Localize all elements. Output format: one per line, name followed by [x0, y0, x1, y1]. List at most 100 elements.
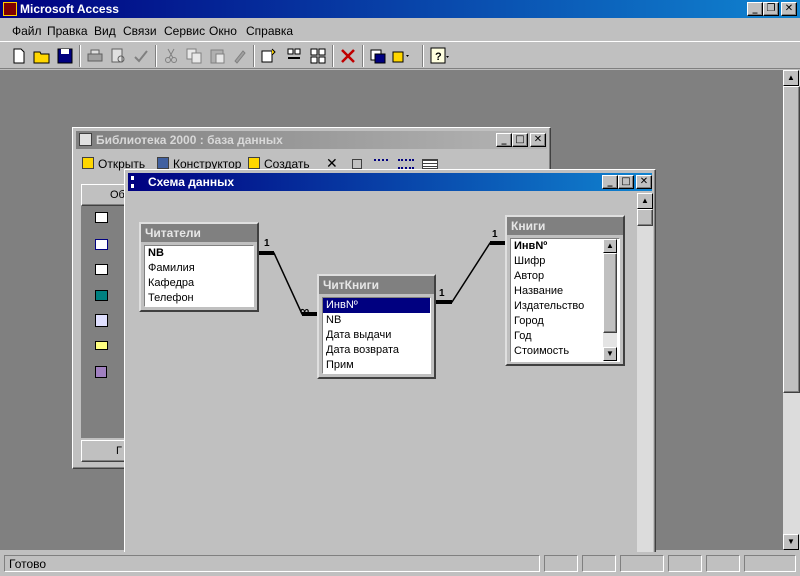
field-readers-surname[interactable]: Фамилия — [145, 261, 253, 276]
menu-window[interactable]: Окно — [209, 24, 237, 38]
print-icon[interactable] — [84, 45, 106, 67]
table-books[interactable]: Книги ИнвNº Шифр Автор Название Издатель… — [505, 215, 625, 366]
menu-bar: Файл Правка Вид Связи Сервис Окно Справк… — [0, 20, 800, 40]
books-scroll-up[interactable]: ▲ — [603, 239, 617, 253]
format-painter-icon[interactable] — [229, 45, 251, 67]
toolbar-separator — [155, 45, 157, 67]
rel-close-button[interactable]: ✕ — [636, 175, 652, 189]
scroll-thumb[interactable] — [783, 86, 800, 393]
small-icons-icon[interactable] — [374, 159, 388, 169]
toolbar-separator — [362, 45, 364, 67]
menu-view[interactable]: Вид — [94, 24, 116, 38]
menu-tools[interactable]: Сервис — [164, 24, 205, 38]
close-button[interactable]: ✕ — [781, 2, 797, 16]
menu-relations[interactable]: Связи — [123, 24, 157, 38]
table-books-header[interactable]: Книги — [507, 217, 623, 235]
field-readers-department[interactable]: Кафедра — [145, 276, 253, 291]
workspace-vscrollbar[interactable]: ▲ ▼ — [783, 70, 800, 550]
cut-icon[interactable] — [160, 45, 182, 67]
field-loans-note[interactable]: Прим — [323, 358, 430, 373]
field-loans-issue-date[interactable]: Дата выдачи — [323, 328, 430, 343]
field-loans-inv[interactable]: ИнвNº — [323, 298, 430, 313]
spelling-icon[interactable] — [130, 45, 152, 67]
details-view-icon[interactable] — [422, 159, 438, 169]
table-books-scrollbar[interactable]: ▲ ▼ — [603, 239, 617, 361]
db-maximize-button[interactable]: □ — [512, 133, 528, 147]
db-minimize-button[interactable]: _ — [496, 133, 512, 147]
relationships-window-title: Схема данных — [148, 175, 234, 189]
print-preview-icon[interactable] — [107, 45, 129, 67]
books-scroll-down[interactable]: ▼ — [603, 347, 617, 361]
menu-file[interactable]: Файл — [12, 24, 42, 38]
field-loans-nb[interactable]: NB — [323, 313, 430, 328]
access-logo-icon[interactable] — [3, 2, 17, 16]
paste-icon[interactable] — [206, 45, 228, 67]
open-object-icon[interactable] — [82, 157, 94, 169]
report-object-icon[interactable] — [95, 290, 108, 301]
relation-1-many-label: ∞ — [300, 303, 310, 318]
field-readers-phone[interactable]: Телефон — [145, 291, 253, 306]
toolbar-separator — [332, 45, 334, 67]
field-loans-return-date[interactable]: Дата возврата — [323, 343, 430, 358]
books-scroll-thumb[interactable] — [603, 253, 617, 333]
show-direct-icon[interactable] — [283, 45, 305, 67]
status-panel-5 — [706, 555, 740, 572]
minimize-button[interactable]: _ — [747, 2, 763, 16]
query-object-icon[interactable] — [95, 239, 108, 250]
rel-minimize-button[interactable]: _ — [602, 175, 618, 189]
create-icon[interactable] — [248, 157, 260, 169]
save-icon[interactable] — [54, 45, 76, 67]
table-loans-fields[interactable]: ИнвNº NB Дата выдачи Дата возврата Прим — [322, 297, 431, 374]
rel-maximize-button[interactable]: □ — [618, 175, 634, 189]
scroll-down-button[interactable]: ▼ — [783, 534, 799, 550]
design-icon[interactable] — [157, 157, 169, 169]
large-icons-icon[interactable] — [352, 159, 362, 169]
table-readers-header[interactable]: Читатели — [141, 224, 257, 242]
db-close-button[interactable]: ✕ — [530, 133, 546, 147]
scroll-up-button[interactable]: ▲ — [783, 70, 799, 86]
svg-text:?: ? — [435, 51, 442, 63]
form-object-icon[interactable] — [95, 264, 108, 275]
toolbar-separator — [253, 45, 255, 67]
app-title: Microsoft Access — [20, 2, 119, 16]
table-readers-fields[interactable]: NB Фамилия Кафедра Телефон — [144, 245, 254, 307]
toolbar-separator — [79, 45, 81, 67]
rel-scroll-up-button[interactable]: ▲ — [637, 193, 653, 209]
status-panel-3 — [620, 555, 664, 572]
menu-edit[interactable]: Правка — [47, 24, 88, 38]
copy-icon[interactable] — [183, 45, 205, 67]
new-icon[interactable] — [8, 45, 30, 67]
relationships-window-titlebar[interactable]: Схема данных _ □ ✕ — [128, 173, 652, 191]
status-text: Готово — [9, 557, 47, 571]
database-window-titlebar[interactable]: Библиотека 2000 : база данных _ □ ✕ — [76, 131, 547, 149]
module-object-icon[interactable] — [95, 366, 107, 378]
toolbar-separator — [422, 45, 424, 67]
list-view-icon[interactable] — [398, 159, 414, 169]
relation-1-one-label: 1 — [264, 238, 270, 249]
status-panel-6 — [744, 555, 796, 572]
table-loans[interactable]: ЧитКниги ИнвNº NB Дата выдачи Дата возвр… — [317, 274, 436, 379]
relationships-vscrollbar[interactable]: ▲ — [637, 193, 653, 553]
show-all-icon[interactable] — [307, 45, 329, 67]
status-panel-2 — [582, 555, 616, 572]
table-loans-header[interactable]: ЧитКниги — [319, 276, 434, 294]
toolbar: ? — [0, 41, 800, 69]
page-object-icon[interactable] — [95, 314, 108, 327]
table-readers[interactable]: Читатели NB Фамилия Кафедра Телефон — [139, 222, 259, 312]
macro-object-icon[interactable] — [95, 341, 108, 350]
menu-help[interactable]: Справка — [246, 24, 293, 38]
new-object-dropdown-icon[interactable] — [390, 45, 412, 67]
open-icon[interactable] — [31, 45, 53, 67]
objects-tab-label: Об — [110, 189, 125, 201]
help-icon[interactable]: ? — [428, 45, 450, 67]
relation-2-one-label: 1 — [439, 288, 445, 299]
field-readers-nb[interactable]: NB — [145, 246, 253, 261]
rel-scroll-thumb[interactable] — [637, 209, 653, 226]
relationships-icon — [131, 176, 144, 188]
status-bar: Готово — [0, 552, 800, 576]
table-object-icon[interactable] — [95, 212, 108, 223]
new-object-icon[interactable] — [367, 45, 389, 67]
delete-icon[interactable] — [337, 45, 359, 67]
restore-button[interactable]: ❐ — [763, 2, 779, 16]
show-table-icon[interactable] — [258, 45, 280, 67]
